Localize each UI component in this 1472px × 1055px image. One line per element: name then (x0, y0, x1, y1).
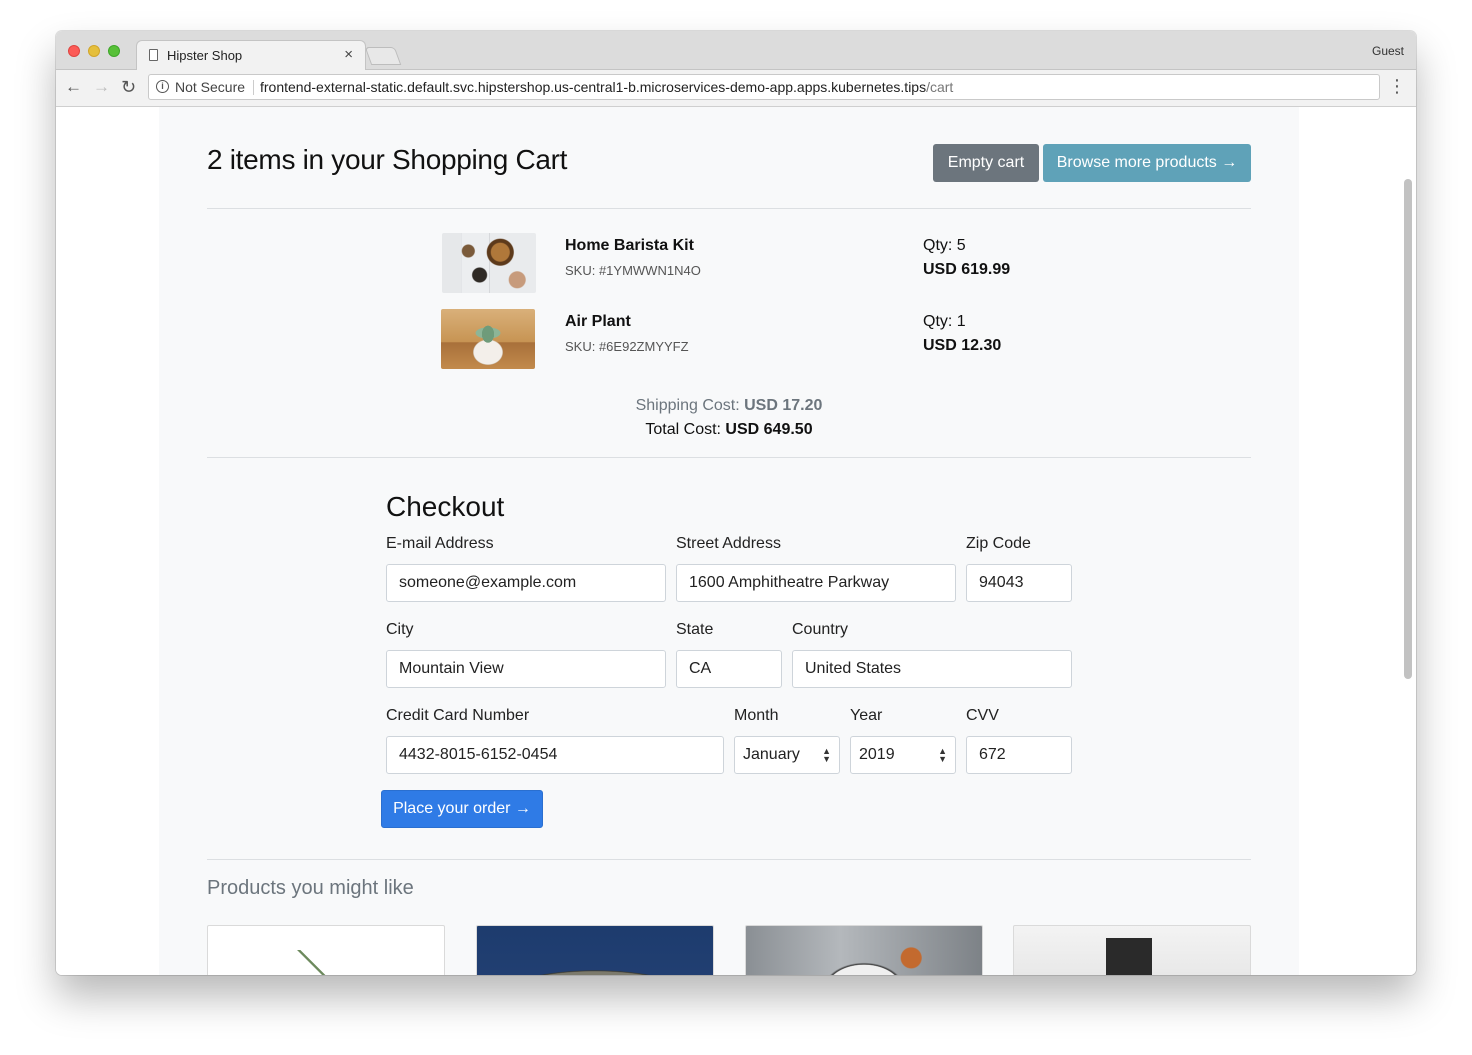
reload-icon[interactable]: ↻ (121, 77, 136, 97)
year-label: Year (850, 707, 883, 724)
browser-toolbar: ← → ↻ i Not Secure frontend-external-sta… (56, 70, 1416, 107)
zoom-window-button[interactable] (108, 45, 120, 57)
profile-label[interactable]: Guest (1372, 44, 1404, 58)
cvv-field[interactable]: 672 (966, 736, 1072, 774)
security-label[interactable]: Not Secure (175, 79, 245, 95)
cart-item-sku: SKU: #1YMWWN1N4O (565, 263, 701, 278)
street-address-field[interactable]: 1600 Amphitheatre Parkway (676, 564, 956, 602)
shipping-cost-label: Shipping Cost: (635, 397, 745, 414)
url-host: frontend-external-static.default.svc.hip… (260, 79, 927, 95)
home-barista-kit-image[interactable] (442, 233, 536, 293)
cart-item-qty: Qty: 1 (923, 313, 966, 330)
email-field[interactable]: someone@example.com (386, 564, 666, 602)
minimize-window-button[interactable] (88, 45, 100, 57)
browser-window: Hipster Shop × Guest ← → ↻ i Not Secure … (56, 31, 1416, 975)
cart-item-sku: SKU: #6E92ZMYYFZ (565, 339, 689, 354)
divider (207, 859, 1251, 860)
browser-menu-icon[interactable]: ⋮ (1388, 76, 1406, 96)
cart-item-name[interactable]: Home Barista Kit (565, 237, 694, 255)
tab-bar: Hipster Shop × Guest (56, 31, 1416, 70)
page-viewport: 2 items in your Shopping Cart Empty cart… (56, 107, 1416, 975)
select-arrows-icon: ▲ ▼ (938, 746, 947, 764)
info-icon[interactable]: i (156, 80, 169, 93)
zip-code-field[interactable]: 94043 (966, 564, 1072, 602)
new-tab-button[interactable] (364, 47, 402, 65)
year-select[interactable]: 2019 ▲ ▼ (850, 736, 956, 774)
country-label: Country (792, 621, 849, 638)
month-label: Month (734, 707, 779, 724)
country-field[interactable]: United States (792, 650, 1072, 688)
divider (207, 457, 1251, 458)
recommendations-title: Products you might like (207, 877, 414, 899)
divider (207, 208, 1251, 209)
empty-cart-button[interactable]: Empty cart (933, 144, 1039, 182)
page-content: 2 items in your Shopping Cart Empty cart… (159, 107, 1299, 975)
street-address-label: Street Address (676, 535, 781, 552)
mug-product-image[interactable] (745, 925, 983, 975)
url-text[interactable]: frontend-external-static.default.svc.hip… (260, 79, 953, 95)
address-bar[interactable]: i Not Secure frontend-external-static.de… (148, 74, 1380, 100)
year-select-value: 2019 (859, 746, 895, 763)
plant-product-image[interactable] (207, 925, 445, 975)
select-arrows-icon: ▲ ▼ (822, 746, 831, 764)
city-field[interactable]: Mountain View (386, 650, 666, 688)
credit-card-field[interactable]: 4432-8015-6152-0454 (386, 736, 724, 774)
back-arrow-icon[interactable]: ← (65, 77, 82, 97)
zip-code-label: Zip Code (966, 535, 1031, 552)
cvv-label: CVV (966, 707, 999, 724)
email-label: E-mail Address (386, 535, 494, 552)
total-cost-value: USD 649.50 (725, 421, 813, 438)
vertical-scrollbar[interactable] (1404, 179, 1412, 679)
credit-card-label: Credit Card Number (386, 707, 530, 724)
url-path: /cart (926, 79, 954, 95)
cart-item-price: USD 619.99 (923, 261, 1011, 278)
total-cost: Total Cost: USD 649.50 (159, 421, 1299, 439)
month-select-value: January (743, 746, 800, 763)
cart-item-name[interactable]: Air Plant (565, 313, 631, 331)
tab-hipster-shop[interactable]: Hipster Shop × (136, 40, 366, 70)
total-cost-label: Total Cost: (645, 421, 726, 438)
air-plant-image[interactable] (441, 309, 535, 369)
month-select[interactable]: January ▲ ▼ (734, 736, 840, 774)
omnibox-divider (253, 80, 254, 95)
close-window-button[interactable] (68, 45, 80, 57)
cart-item-qty: Qty: 5 (923, 237, 966, 254)
camera-product-image[interactable] (1013, 925, 1251, 975)
cart-title: 2 items in your Shopping Cart (207, 144, 568, 175)
state-label: State (676, 621, 714, 638)
checkout-title: Checkout (386, 491, 505, 522)
document-icon (149, 49, 158, 61)
shipping-cost-value: USD 17.20 (744, 397, 823, 414)
browse-products-button[interactable]: Browse more products → (1043, 144, 1251, 182)
forward-arrow-icon[interactable]: → (93, 77, 110, 97)
close-tab-icon[interactable]: × (344, 46, 353, 63)
record-player-product-image[interactable] (476, 925, 714, 975)
tab-title: Hipster Shop (167, 48, 243, 63)
state-field[interactable]: CA (676, 650, 782, 688)
place-order-button[interactable]: Place your order → (381, 790, 543, 828)
cart-item-price: USD 12.30 (923, 337, 1002, 354)
city-label: City (386, 621, 414, 638)
shipping-cost: Shipping Cost: USD 17.20 (159, 397, 1299, 415)
